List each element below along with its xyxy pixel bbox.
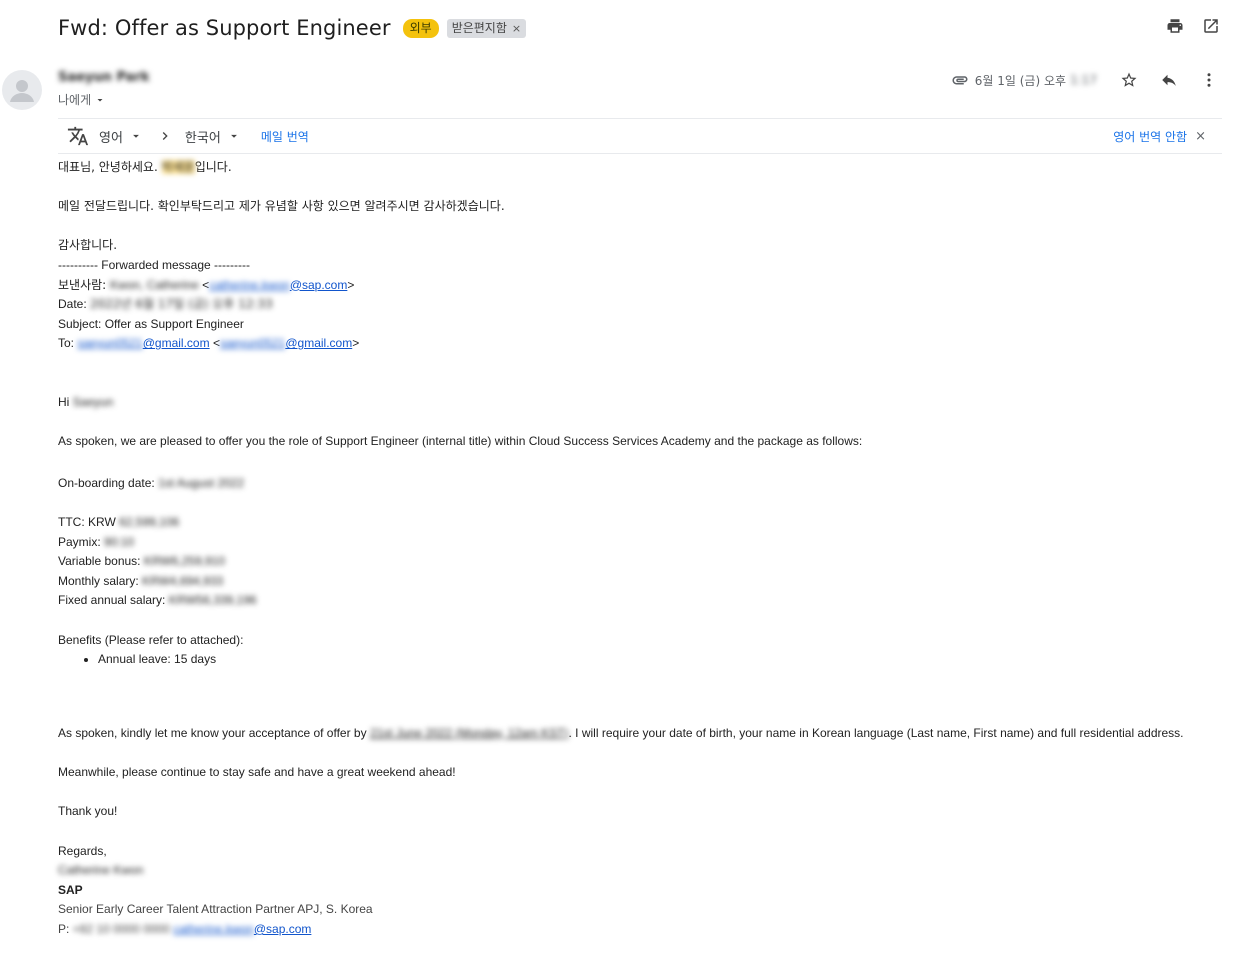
greeting-name: 박세윤: [161, 160, 195, 174]
subject-row: Fwd: Offer as Support Engineer 외부 받은편지함 …: [58, 12, 527, 44]
paymix-value: 90:10: [104, 534, 135, 549]
sender-name[interactable]: Saeyun Park: [58, 70, 149, 85]
monthly-salary-value: KRW4,694,933: [142, 573, 224, 588]
star-icon[interactable]: [1119, 70, 1139, 90]
message-meta: 6월 1일 (금) 오후 1:17: [951, 70, 1219, 90]
acceptance-deadline: 21st June 2022 (Monday, 12am KST): [369, 726, 569, 741]
attachment-icon: [952, 76, 968, 85]
signature-contact: P: +82 10 0000 0000 catherine.kwon@sap.c…: [58, 921, 312, 936]
inbox-label-text: 받은편지함: [451, 20, 507, 35]
open-in-new-window-icon[interactable]: [1201, 16, 1221, 36]
reply-icon[interactable]: [1159, 70, 1179, 90]
korean-thanks: 감사합니다.: [58, 238, 118, 253]
monthly-salary-line: Monthly salary: KRW4,694,933: [58, 573, 224, 588]
meanwhile-line: Meanwhile, please continue to stay safe …: [58, 765, 456, 780]
benefits-list: Annual leave: 15 days: [58, 650, 1188, 670]
remove-label-icon[interactable]: ×: [512, 21, 521, 36]
to-label: To:: [58, 336, 78, 351]
offer-intro: As spoken, we are pleased to offer you t…: [58, 434, 863, 449]
header-actions: [1165, 16, 1221, 36]
korean-greeting: 대표님, 안녕하세요. 박세윤입니다.: [58, 158, 1188, 178]
avatar[interactable]: [2, 70, 42, 110]
ttc-value: 62,599,106: [119, 515, 180, 530]
translate-controls: 영어 한국어 메일 번역: [67, 125, 309, 147]
external-label-badge[interactable]: 외부: [402, 18, 439, 38]
translate-bar: 영어 한국어 메일 번역 영어 번역 안함 ×: [58, 118, 1222, 154]
target-language-label: 한국어: [184, 130, 221, 146]
chevron-right-icon: [162, 132, 168, 140]
email-body: 대표님, 안녕하세요. 박세윤입니다. 메일 전달드립니다. 확인부탁드리고 제…: [58, 158, 1188, 940]
signature-name: Catherine Kwon: [58, 863, 144, 878]
email-subject: Fwd: Offer as Support Engineer: [58, 16, 391, 40]
translate-message-link[interactable]: 메일 번역: [261, 128, 309, 145]
acceptance-request: As spoken, kindly let me know your accep…: [58, 726, 1184, 741]
from-email-link[interactable]: catherine.kwon@sap.com: [209, 278, 347, 292]
benefits-heading: Benefits (Please refer to attached):: [58, 632, 244, 647]
recipient-dropdown[interactable]: 나에게: [58, 91, 106, 108]
translate-dismiss: 영어 번역 안함 ×: [1113, 128, 1206, 145]
from-name: Kwon, Catherine: [110, 277, 199, 292]
to-email-link-2[interactable]: saeyun0521@gmail.com: [220, 336, 352, 350]
paymix-line: Paymix: 90:10: [58, 534, 135, 549]
dont-translate-link[interactable]: 영어 번역 안함: [1113, 128, 1187, 145]
signature-phone: +82 10 0000 0000: [72, 921, 170, 936]
close-icon[interactable]: ×: [1195, 129, 1206, 144]
more-options-icon[interactable]: [1199, 70, 1219, 90]
signature-title: Senior Early Career Talent Attraction Pa…: [58, 902, 373, 917]
variable-bonus-line: Variable bonus: KRW6,259,910: [58, 554, 226, 569]
from-label: 보낸사람:: [58, 277, 111, 292]
fixed-salary-value: KRW56,339,196: [168, 593, 257, 608]
date-value: 2022년 6월 17일 (금) 오후 12:33: [90, 297, 273, 312]
hi-line: Hi Saeyun: [58, 395, 114, 410]
source-language-select[interactable]: 영어: [99, 127, 143, 146]
date-label: Date:: [58, 297, 91, 312]
print-icon[interactable]: [1165, 16, 1185, 36]
list-item: Annual leave: 15 days: [98, 650, 1188, 670]
forwarded-subject: Subject: Offer as Support Engineer: [58, 316, 244, 331]
target-language-select[interactable]: 한국어: [185, 127, 241, 146]
onboarding-value: 1st August 2022: [158, 475, 245, 490]
message-time-text: 1:17: [1070, 73, 1097, 87]
signature-email-link[interactable]: catherine.kwon@sap.com: [173, 922, 311, 936]
source-language-label: 영어: [99, 130, 123, 146]
to-email-link[interactable]: saeyun0521@gmail.com: [77, 336, 209, 350]
signature-company: SAP: [58, 882, 83, 897]
forward-note: 메일 전달드립니다. 확인부탁드리고 제가 유념할 사항 있으면 알려주시면 감…: [58, 199, 505, 214]
thank-you-line: Thank you!: [58, 804, 118, 819]
ttc-line: TTC: KRW 62,599,106: [58, 515, 180, 530]
message-actions: [1119, 70, 1219, 90]
onboarding-date: On-boarding date: 1st August 2022: [58, 475, 245, 490]
fixed-salary-line: Fixed annual salary: KRW56,339,196: [58, 593, 257, 608]
forwarded-to: To: saeyun0521@gmail.com <saeyun0521@gma…: [58, 336, 360, 351]
recipient-name: Saeyun: [72, 395, 114, 410]
recipient-label: 나에게: [58, 93, 92, 107]
forwarded-header: ---------- Forwarded message ---------: [58, 257, 250, 272]
message-date-text: 6월 1일 (금) 오후: [974, 73, 1067, 88]
translate-icon: [67, 126, 89, 146]
inbox-label-badge[interactable]: 받은편지함 ×: [446, 18, 527, 38]
regards-line: Regards,: [58, 843, 107, 858]
variable-bonus-value: KRW6,259,910: [143, 554, 226, 569]
caret-down-icon: [230, 134, 237, 138]
greeting-suffix: 입니다.: [194, 160, 232, 174]
message-date: 6월 1일 (금) 오후 1:17: [975, 72, 1097, 89]
greeting-text: 대표님, 안녕하세요.: [58, 160, 162, 174]
forwarded-date: Date: 2022년 6월 17일 (금) 오후 12:33: [58, 295, 1188, 315]
caret-down-icon: [97, 98, 103, 101]
caret-down-icon: [133, 134, 139, 138]
forwarded-from: 보낸사람: Kwon, Catherine <catherine.kwon@sa…: [58, 277, 355, 292]
